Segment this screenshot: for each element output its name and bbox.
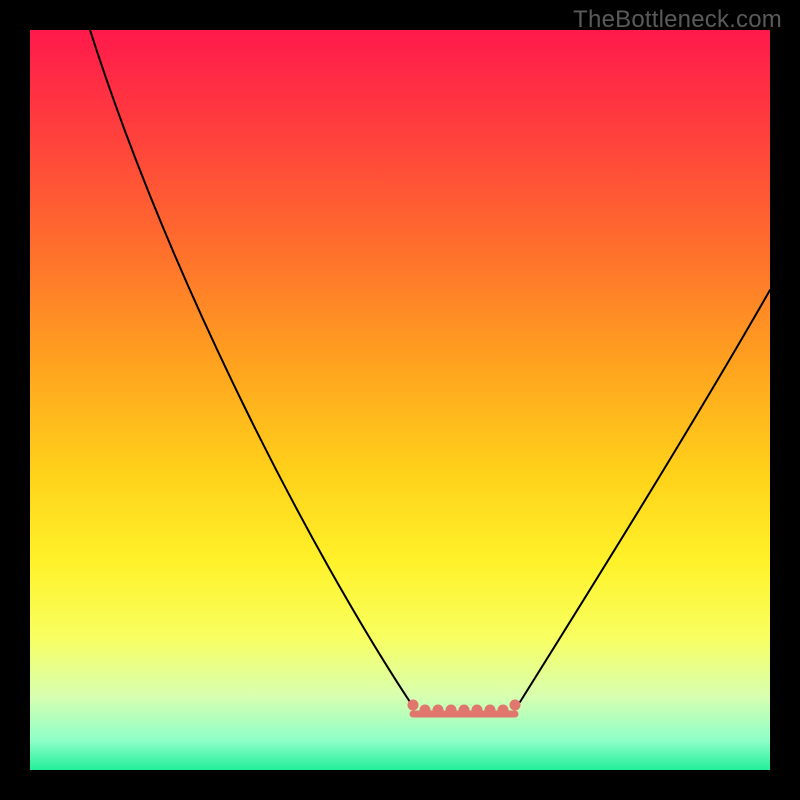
gradient-background	[30, 30, 770, 770]
chart-svg	[30, 30, 770, 770]
watermark-text: TheBottleneck.com	[573, 6, 782, 34]
chart-frame: TheBottleneck.com	[0, 0, 800, 800]
plot-area	[30, 30, 770, 770]
